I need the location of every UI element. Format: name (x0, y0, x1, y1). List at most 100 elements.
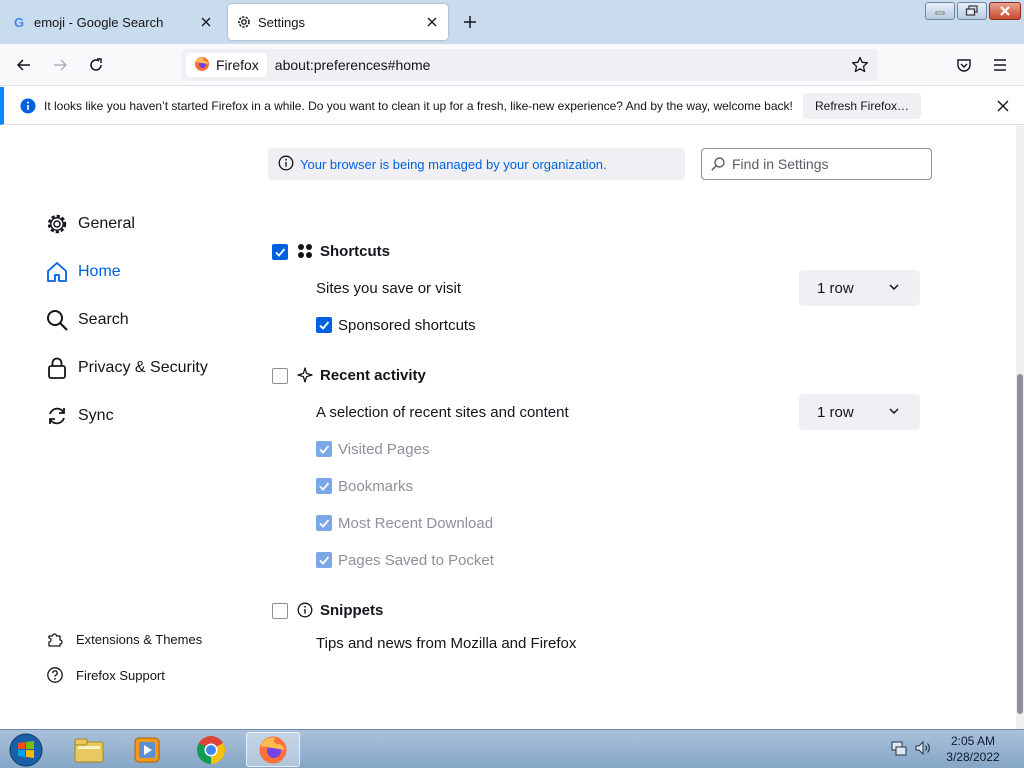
start-button[interactable] (6, 732, 46, 768)
info-icon (296, 601, 314, 619)
url-bar[interactable]: Firefox about:preferences#home (182, 49, 878, 81)
refresh-firefox-button[interactable]: Refresh Firefox… (803, 93, 922, 119)
search-icon (44, 307, 70, 333)
identity-label: Firefox (216, 57, 259, 73)
category-label: Privacy & Security (78, 359, 208, 376)
reload-button[interactable] (82, 51, 110, 79)
close-window-button[interactable] (989, 2, 1021, 20)
minimize-icon (935, 11, 945, 15)
pages-saved-to-pocket-checkbox[interactable] (316, 552, 332, 568)
chevron-down-icon (889, 284, 899, 291)
snippets-checkbox[interactable] (272, 603, 288, 619)
restore-button[interactable] (957, 2, 987, 20)
taskbar-file-explorer[interactable] (62, 732, 116, 767)
url-text[interactable]: about:preferences#home (275, 57, 846, 73)
back-button[interactable] (10, 51, 38, 79)
chevron-down-icon (889, 408, 899, 415)
settings-page: Your browser is being managed by your or… (0, 126, 1016, 729)
tab-title: emoji - Google Search (34, 14, 164, 30)
page-scrollbar[interactable] (1016, 126, 1024, 729)
shortcuts-description: Sites you save or visit (316, 280, 462, 297)
bookmarks-label: Bookmarks (338, 478, 414, 495)
category-search[interactable]: Search (44, 304, 129, 336)
checkmark-icon (319, 445, 330, 454)
shortcuts-rows-select[interactable]: 1 row (799, 270, 920, 306)
close-icon (997, 100, 1009, 112)
file-explorer-icon (74, 738, 104, 762)
identity-box[interactable]: Firefox (186, 53, 267, 77)
category-privacy[interactable]: Privacy & Security (44, 352, 208, 384)
category-label: Sync (78, 407, 114, 424)
firefox-icon (259, 736, 287, 763)
menu-button[interactable] (986, 51, 1014, 79)
sync-icon (44, 403, 70, 429)
taskbar-media-player[interactable] (120, 732, 174, 767)
taskbar-chrome[interactable] (184, 732, 238, 767)
help-icon (46, 666, 64, 684)
puzzle-icon (46, 630, 64, 648)
most-recent-download-checkbox[interactable] (316, 515, 332, 531)
recent-activity-checkbox[interactable] (272, 368, 288, 384)
minimize-button[interactable] (925, 2, 955, 20)
nav-bar: Firefox about:preferences#home (0, 44, 1024, 86)
most-recent-download-label: Most Recent Download (338, 515, 494, 532)
bookmark-button[interactable] (846, 51, 874, 79)
firefox-icon (194, 56, 210, 75)
network-tray-icon[interactable] (889, 738, 909, 758)
firefox-support-link[interactable]: Firefox Support (46, 663, 165, 687)
clock-time: 2:05 AM (950, 734, 996, 748)
category-label: Search (78, 311, 129, 328)
system-clock[interactable]: 2:05 AM 3/28/2022 (944, 733, 1002, 765)
checkmark-icon (319, 556, 330, 565)
select-value: 1 row (817, 403, 854, 421)
category-sync[interactable]: Sync (44, 400, 114, 432)
close-icon[interactable] (194, 10, 218, 34)
notification-text: It looks like you haven’t started Firefo… (44, 98, 793, 113)
bookmarks-checkbox[interactable] (316, 478, 332, 494)
section-title-text: Snippets (320, 601, 384, 619)
scrollbar-thumb[interactable] (1017, 374, 1023, 714)
pocket-button[interactable] (950, 51, 978, 79)
find-in-settings[interactable] (701, 148, 932, 180)
managed-notice-text: Your browser is being managed by your or… (300, 156, 607, 172)
search-input[interactable] (732, 156, 922, 172)
tab-google-search[interactable]: G emoji - Google Search (0, 4, 222, 40)
shortcuts-title: Shortcuts (296, 242, 390, 260)
snippets-title: Snippets (296, 601, 383, 619)
sponsored-shortcuts-checkbox[interactable] (316, 317, 332, 333)
pages-saved-to-pocket-label: Pages Saved to Pocket (338, 552, 494, 569)
category-general[interactable]: General (44, 208, 135, 240)
section-title-text: Shortcuts (320, 242, 391, 260)
volume-tray-icon[interactable] (913, 738, 933, 758)
lock-icon (44, 355, 70, 381)
footer-link-label: Firefox Support (76, 667, 165, 683)
footer-link-label: Extensions & Themes (76, 631, 203, 647)
visited-pages-checkbox[interactable] (316, 441, 332, 457)
visited-pages-label: Visited Pages (338, 441, 430, 458)
checkmark-icon (319, 519, 330, 528)
recent-activity-rows-select[interactable]: 1 row (799, 394, 920, 430)
extensions-themes-link[interactable]: Extensions & Themes (46, 627, 202, 651)
taskbar-firefox[interactable] (246, 732, 300, 767)
checkmark-icon (319, 321, 330, 330)
new-tab-button[interactable] (458, 10, 482, 34)
category-home[interactable]: Home (44, 256, 121, 288)
category-label: Home (78, 263, 121, 280)
managed-notice[interactable]: Your browser is being managed by your or… (268, 148, 685, 180)
plus-icon (464, 16, 476, 28)
category-label: General (78, 215, 135, 232)
speaker-icon (915, 740, 930, 756)
gear-icon (44, 211, 70, 237)
close-icon[interactable] (420, 10, 444, 34)
gear-icon (236, 14, 252, 30)
tab-title: Settings (258, 14, 305, 30)
forward-button[interactable] (46, 51, 74, 79)
notification-close-button[interactable] (992, 95, 1014, 117)
sparkle-icon (296, 366, 314, 384)
grid-icon (296, 242, 314, 260)
restore-icon (965, 5, 978, 16)
tab-settings[interactable]: Settings (228, 4, 448, 40)
shortcuts-checkbox[interactable] (272, 244, 288, 260)
network-icon (891, 741, 907, 756)
checkmark-icon (319, 482, 330, 491)
